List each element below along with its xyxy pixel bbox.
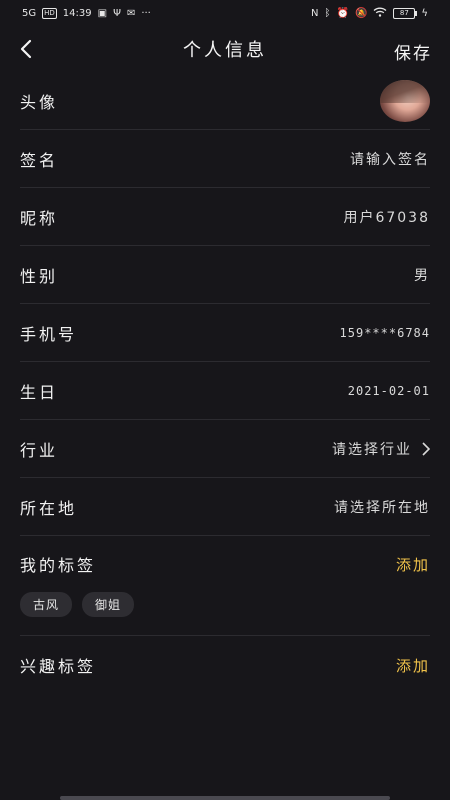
save-button[interactable]: 保存	[394, 39, 432, 64]
my-tags-header: 我的标签 添加	[20, 536, 430, 592]
add-my-tag-button[interactable]: 添加	[396, 554, 430, 575]
row-phone: 手机号 159****6784	[20, 304, 430, 362]
row-avatar[interactable]: 头像	[20, 72, 430, 130]
row-gender[interactable]: 性别 男	[20, 246, 430, 304]
nfc-icon: N	[311, 7, 319, 19]
more-icon: ···	[141, 7, 151, 19]
signature-input[interactable]: 请输入签名	[350, 149, 430, 169]
add-interest-tag-button[interactable]: 添加	[396, 655, 430, 676]
notification-icon: ▣	[97, 7, 108, 19]
battery-icon: 87	[393, 7, 418, 19]
usb-icon: Ψ	[113, 7, 121, 19]
gender-value[interactable]: 男	[414, 265, 430, 285]
chevron-left-icon	[20, 39, 32, 59]
row-birthday[interactable]: 生日 2021-02-01	[20, 362, 430, 420]
home-indicator	[60, 796, 390, 800]
nickname-value[interactable]: 用户67038	[343, 207, 430, 227]
my-tags-label: 我的标签	[20, 556, 97, 575]
location-select[interactable]: 请选择所在地	[334, 497, 430, 517]
chevron-right-icon	[422, 441, 430, 456]
row-label: 签名	[20, 150, 59, 170]
top-bar: 个人信息 保存	[0, 26, 450, 72]
page-title: 个人信息	[183, 40, 267, 61]
wifi-icon	[373, 7, 387, 20]
profile-list: 头像 签名 请输入签名 昵称 用户67038 性别 男 手机号 159****6…	[0, 72, 450, 694]
back-button[interactable]	[14, 37, 38, 61]
interest-tags-section: 兴趣标签 添加	[20, 636, 430, 694]
row-label: 昵称	[20, 208, 59, 228]
avatar[interactable]	[380, 79, 430, 122]
status-right: N ᛒ ⏰ 🔕 87 ϟ	[311, 7, 428, 20]
industry-select[interactable]: 请选择行业	[332, 439, 430, 459]
row-location[interactable]: 所在地 请选择所在地	[20, 478, 430, 536]
row-signature[interactable]: 签名 请输入签名	[20, 130, 430, 188]
charging-icon: ϟ	[421, 7, 428, 19]
row-label: 生日	[20, 382, 59, 402]
row-label: 性别	[20, 266, 59, 286]
signal-label: 5G	[22, 7, 37, 19]
status-time: 14:39	[62, 7, 92, 19]
tag-chip[interactable]: 古风	[20, 592, 73, 617]
bluetooth-icon: ᛒ	[324, 7, 331, 19]
my-tags-list: 古风 御姐	[20, 592, 430, 617]
industry-value: 请选择行业	[332, 441, 412, 458]
status-bar: 5G HD 14:39 ▣ Ψ ✉ ··· N ᛒ ⏰ 🔕 87 ϟ	[0, 0, 450, 26]
birthday-value[interactable]: 2021-02-01	[348, 384, 430, 398]
row-label: 行业	[20, 440, 59, 460]
phone-value: 159****6784	[339, 325, 430, 340]
row-label: 头像	[20, 92, 59, 112]
mail-icon: ✉	[126, 7, 136, 19]
row-label: 手机号	[20, 324, 78, 344]
hd-badge: HD	[42, 7, 57, 19]
my-tags-section: 我的标签 添加 古风 御姐	[20, 536, 430, 636]
mute-icon: 🔕	[354, 7, 368, 19]
row-nickname[interactable]: 昵称 用户67038	[20, 188, 430, 246]
interest-tags-label: 兴趣标签	[20, 657, 97, 676]
row-label: 所在地	[20, 498, 78, 518]
tag-chip[interactable]: 御姐	[82, 592, 135, 617]
status-left: 5G HD 14:39 ▣ Ψ ✉ ···	[22, 7, 151, 19]
alarm-icon: ⏰	[336, 7, 349, 19]
row-industry[interactable]: 行业 请选择行业	[20, 420, 430, 478]
